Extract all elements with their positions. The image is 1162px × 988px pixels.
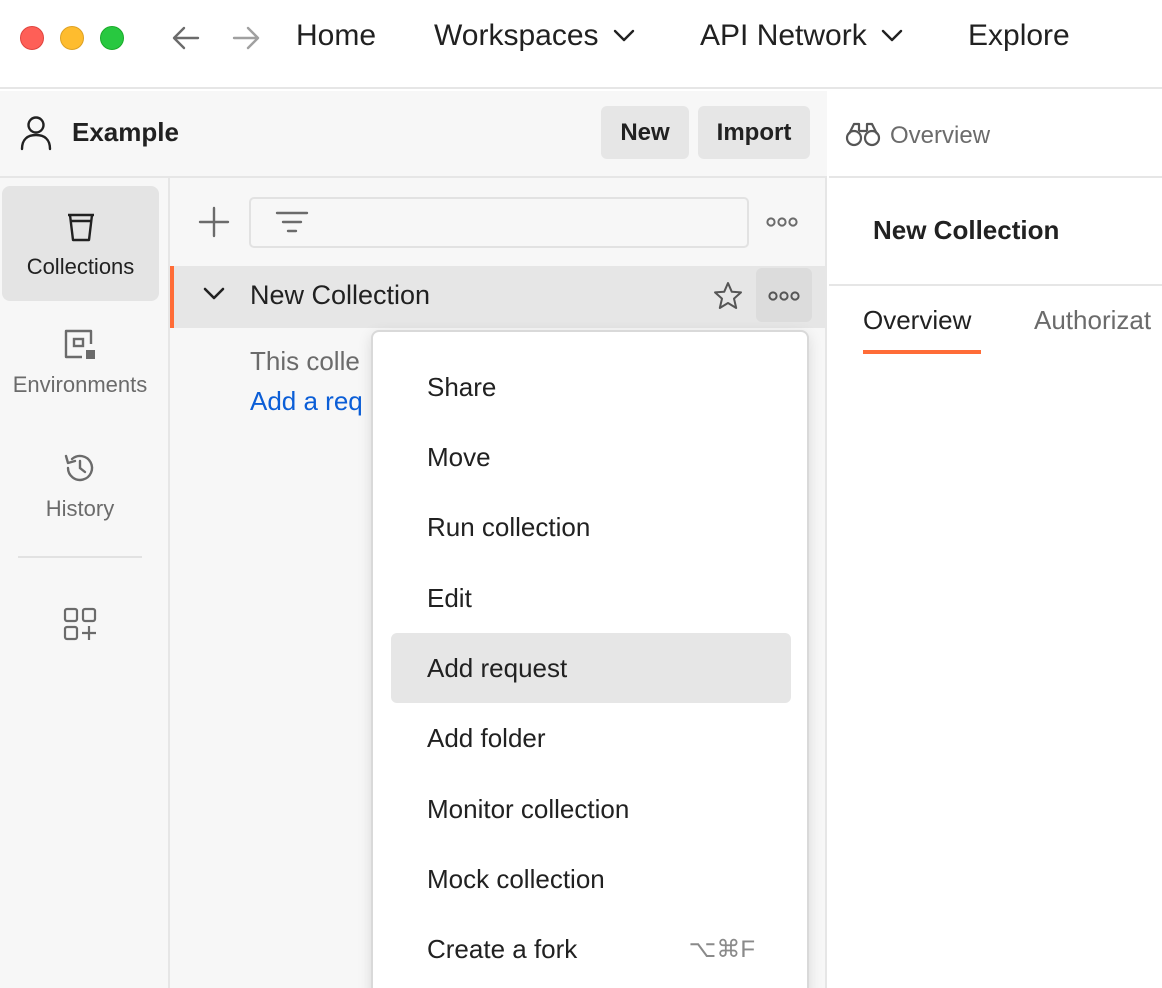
binoculars-icon bbox=[845, 121, 881, 147]
collection-name: New Collection bbox=[250, 280, 431, 310]
tab-overview-content[interactable]: Overview bbox=[863, 305, 971, 336]
chevron-down-icon bbox=[881, 29, 903, 43]
more-options-icon[interactable] bbox=[766, 216, 798, 228]
menu-item-label: Monitor collection bbox=[427, 793, 630, 824]
nav-home[interactable]: Home bbox=[296, 16, 376, 56]
nav-explore-label: Explore bbox=[968, 19, 1070, 52]
nav-workspaces[interactable]: Workspaces bbox=[434, 16, 635, 56]
menu-item-label: Edit bbox=[427, 582, 472, 613]
chevron-down-icon[interactable] bbox=[202, 286, 226, 302]
menu-item-run-collection[interactable]: Run collection bbox=[391, 492, 791, 562]
environment-icon bbox=[62, 326, 98, 362]
search-input[interactable] bbox=[249, 197, 749, 248]
trash-can-icon bbox=[64, 210, 98, 244]
tab-overview[interactable]: Overview bbox=[890, 122, 990, 150]
collection-item[interactable]: New Collection bbox=[170, 266, 827, 328]
menu-item-label: Add folder bbox=[427, 722, 546, 753]
sidebar-item-label: Collections bbox=[26, 254, 135, 279]
plus-icon[interactable] bbox=[196, 204, 232, 240]
sidebar-item-label: Environments bbox=[12, 372, 148, 397]
workspace-header: Example New Import bbox=[0, 91, 827, 178]
nav-explore[interactable]: Explore bbox=[968, 16, 1070, 56]
nav-workspaces-label: Workspaces bbox=[434, 19, 599, 52]
import-button[interactable]: Import bbox=[698, 106, 810, 159]
menu-item-create-fork[interactable]: Create a fork ⌥⌘F bbox=[391, 914, 791, 984]
window-minimize-button[interactable] bbox=[60, 26, 84, 50]
sidebar-item-collections[interactable]: Collections bbox=[2, 186, 159, 301]
collection-more-button[interactable] bbox=[756, 268, 812, 322]
menu-item-move[interactable]: Move bbox=[391, 422, 791, 492]
new-button[interactable]: New bbox=[601, 106, 689, 159]
menu-item-mock-collection[interactable]: Mock collection bbox=[391, 844, 791, 914]
nav-api-network-label: API Network bbox=[700, 19, 867, 52]
menu-item-edit[interactable]: Edit bbox=[391, 563, 791, 633]
menu-item-label: Create a fork bbox=[427, 933, 578, 964]
menu-item-label: Mock collection bbox=[427, 863, 605, 894]
menu-item-add-folder[interactable]: Add folder bbox=[391, 703, 791, 773]
keyboard-shortcut: ⌥⌘F bbox=[688, 935, 755, 963]
sidebar-item-environments[interactable]: Environments bbox=[0, 326, 160, 398]
menu-item-share[interactable]: Share bbox=[391, 352, 791, 422]
arrow-left-icon[interactable] bbox=[170, 22, 202, 54]
window-maximize-button[interactable] bbox=[100, 26, 124, 50]
add-request-link[interactable]: Add a req bbox=[250, 386, 363, 417]
menu-item-label: Move bbox=[427, 441, 491, 472]
sidebar-item-apps[interactable] bbox=[0, 606, 160, 642]
active-tab-indicator bbox=[863, 350, 981, 354]
nav-api-network[interactable]: API Network bbox=[700, 16, 903, 56]
chevron-down-icon bbox=[613, 29, 635, 43]
sidebar-divider bbox=[18, 556, 142, 558]
menu-item-label: Run collection bbox=[427, 511, 591, 542]
sidebar-item-label: History bbox=[45, 496, 115, 521]
empty-collection-text: This colle bbox=[250, 346, 360, 376]
title-bar: Home Workspaces API Network Explore bbox=[0, 0, 1162, 89]
tab-authorization[interactable]: Authorizat bbox=[1034, 305, 1151, 336]
sidebar-item-history[interactable]: History bbox=[0, 450, 160, 522]
sidebar: Collections Environments History bbox=[0, 178, 170, 988]
tab-bar: Overview bbox=[829, 91, 1162, 178]
nav-home-label: Home bbox=[296, 19, 377, 52]
star-icon[interactable] bbox=[712, 280, 744, 312]
menu-item-add-request[interactable]: Add request bbox=[391, 633, 791, 703]
tabs-divider bbox=[829, 284, 1162, 286]
collection-title: New Collection bbox=[873, 215, 1060, 245]
menu-item-label: Add request bbox=[427, 652, 568, 683]
collection-context-menu: Share Move Run collection Edit Add reque… bbox=[371, 330, 809, 988]
menu-item-label: Share bbox=[427, 371, 497, 402]
apps-add-icon bbox=[62, 606, 98, 642]
user-icon bbox=[20, 115, 52, 151]
arrow-right-icon[interactable] bbox=[230, 22, 262, 54]
workspace-name: Example bbox=[72, 117, 179, 147]
menu-item-monitor-collection[interactable]: Monitor collection bbox=[391, 774, 791, 844]
window-close-button[interactable] bbox=[20, 26, 44, 50]
filter-icon bbox=[275, 209, 309, 239]
history-icon bbox=[62, 450, 98, 486]
